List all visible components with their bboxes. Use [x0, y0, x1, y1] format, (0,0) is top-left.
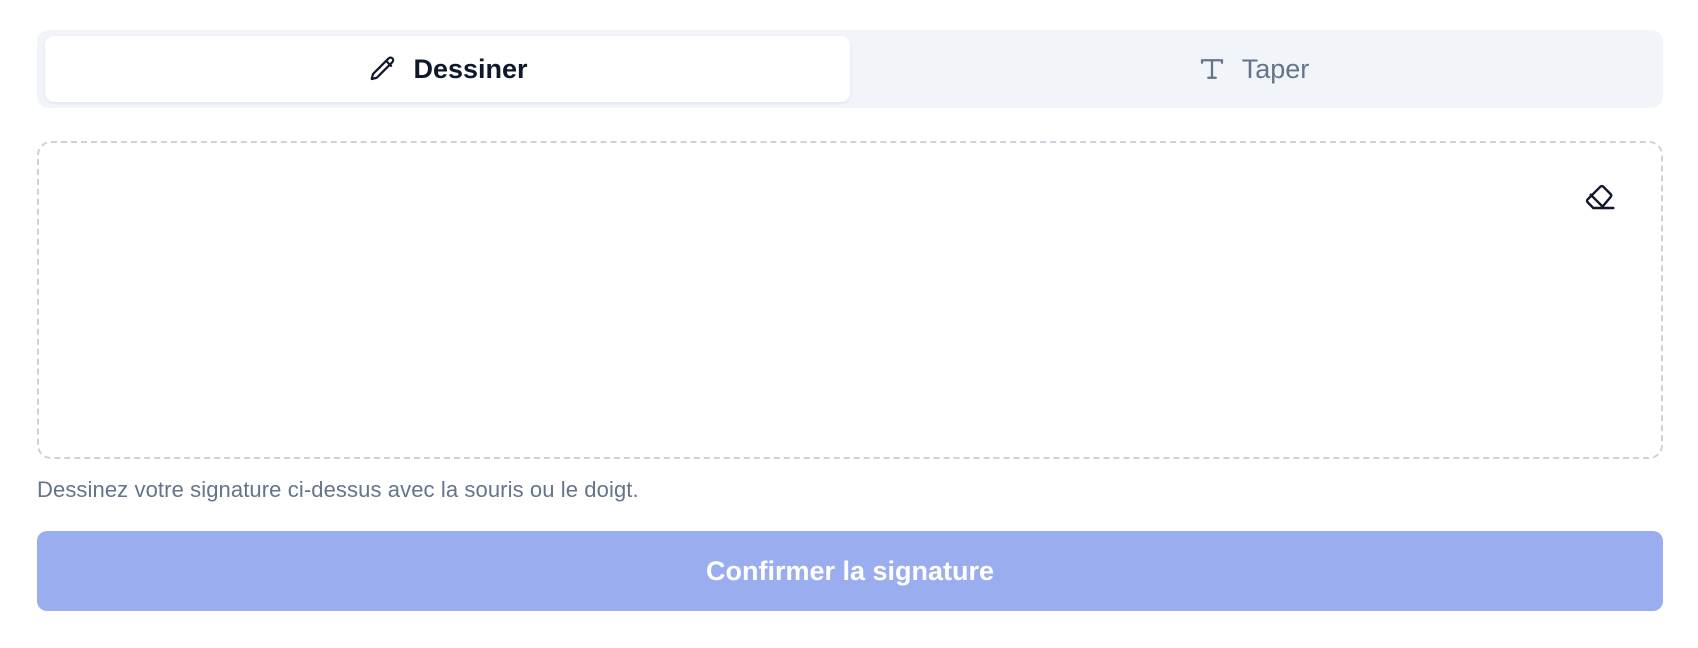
tab-type-label: Taper: [1241, 53, 1310, 84]
tab-draw[interactable]: Dessiner: [45, 36, 850, 102]
type-icon: [1196, 53, 1228, 85]
confirm-signature-button[interactable]: Confirmer la signature: [37, 531, 1663, 611]
tab-draw-label: Dessiner: [413, 53, 528, 84]
eraser-icon: [1584, 180, 1616, 217]
signature-hint: Dessinez votre signature ci-dessus avec …: [37, 477, 639, 502]
pencil-icon: [367, 53, 399, 85]
mode-tabs: Dessiner Taper: [37, 30, 1663, 108]
clear-signature-button[interactable]: [1581, 179, 1619, 217]
tab-type[interactable]: Taper: [850, 36, 1655, 102]
signature-widget: Dessiner Taper Dessinez votre signature …: [37, 30, 1663, 611]
signature-canvas[interactable]: [37, 141, 1663, 459]
